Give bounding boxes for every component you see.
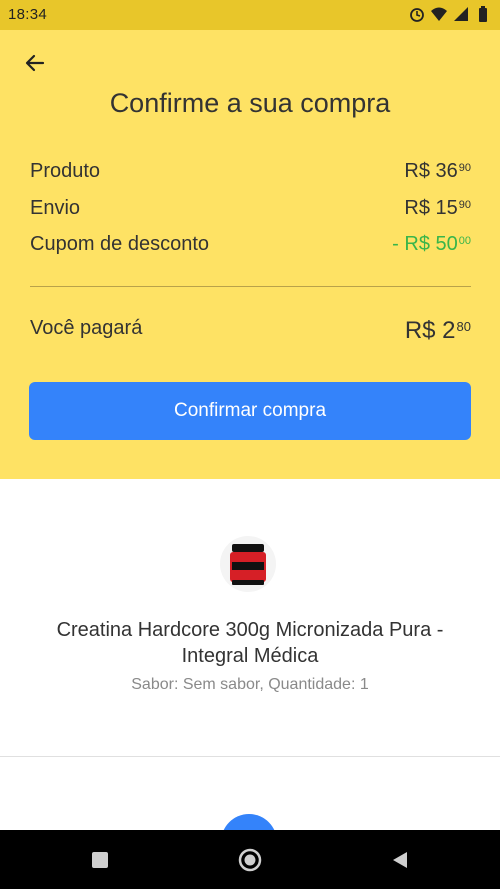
alarm-icon [408, 5, 426, 23]
signal-icon [452, 5, 470, 23]
status-bar: 18:34 [0, 0, 500, 30]
square-icon [92, 852, 108, 868]
discount-value: - R$ 5000 [392, 233, 471, 255]
back-nav-button[interactable] [385, 845, 415, 875]
summary-row-product: Produto R$ 3690 [30, 160, 471, 190]
back-arrow-icon [25, 54, 45, 72]
confirm-purchase-button[interactable]: Confirmar compra [29, 382, 471, 440]
circle-icon [238, 848, 262, 872]
section-divider [0, 756, 500, 757]
battery-icon [474, 5, 492, 23]
status-time: 18:34 [8, 6, 48, 23]
product-meta: Sabor: Sem sabor, Quantidade: 1 [131, 676, 369, 693]
summary-label: Envio [30, 197, 81, 219]
total-row: Você pagará R$ 280 [30, 317, 471, 347]
status-icons [408, 5, 492, 23]
summary-row-coupon: Cupom de desconto - R$ 5000 [30, 233, 471, 263]
summary-divider [30, 286, 471, 287]
page-title: Confirme a sua compra [109, 88, 391, 118]
total-value: R$ 280 [404, 317, 471, 344]
triangle-icon [393, 852, 407, 868]
summary-label: Cupom de desconto [30, 233, 210, 255]
checkout-header: Confirme a sua compra Produto R$ 3690 En… [0, 30, 500, 479]
summary-row-shipping: Envio R$ 1590 [30, 197, 471, 227]
android-nav-bar [0, 830, 500, 889]
product-image [220, 536, 276, 592]
product-name: Creatina Hardcore 300g Micronizada Pura … [56, 619, 444, 667]
summary-value: R$ 3690 [404, 160, 471, 182]
back-button[interactable] [20, 48, 50, 78]
summary-value: R$ 1590 [404, 197, 471, 219]
total-label: Você pagará [30, 317, 143, 339]
home-button[interactable] [235, 845, 265, 875]
summary-label: Produto [30, 160, 101, 182]
wifi-icon [430, 5, 448, 23]
recent-apps-button[interactable] [85, 845, 115, 875]
